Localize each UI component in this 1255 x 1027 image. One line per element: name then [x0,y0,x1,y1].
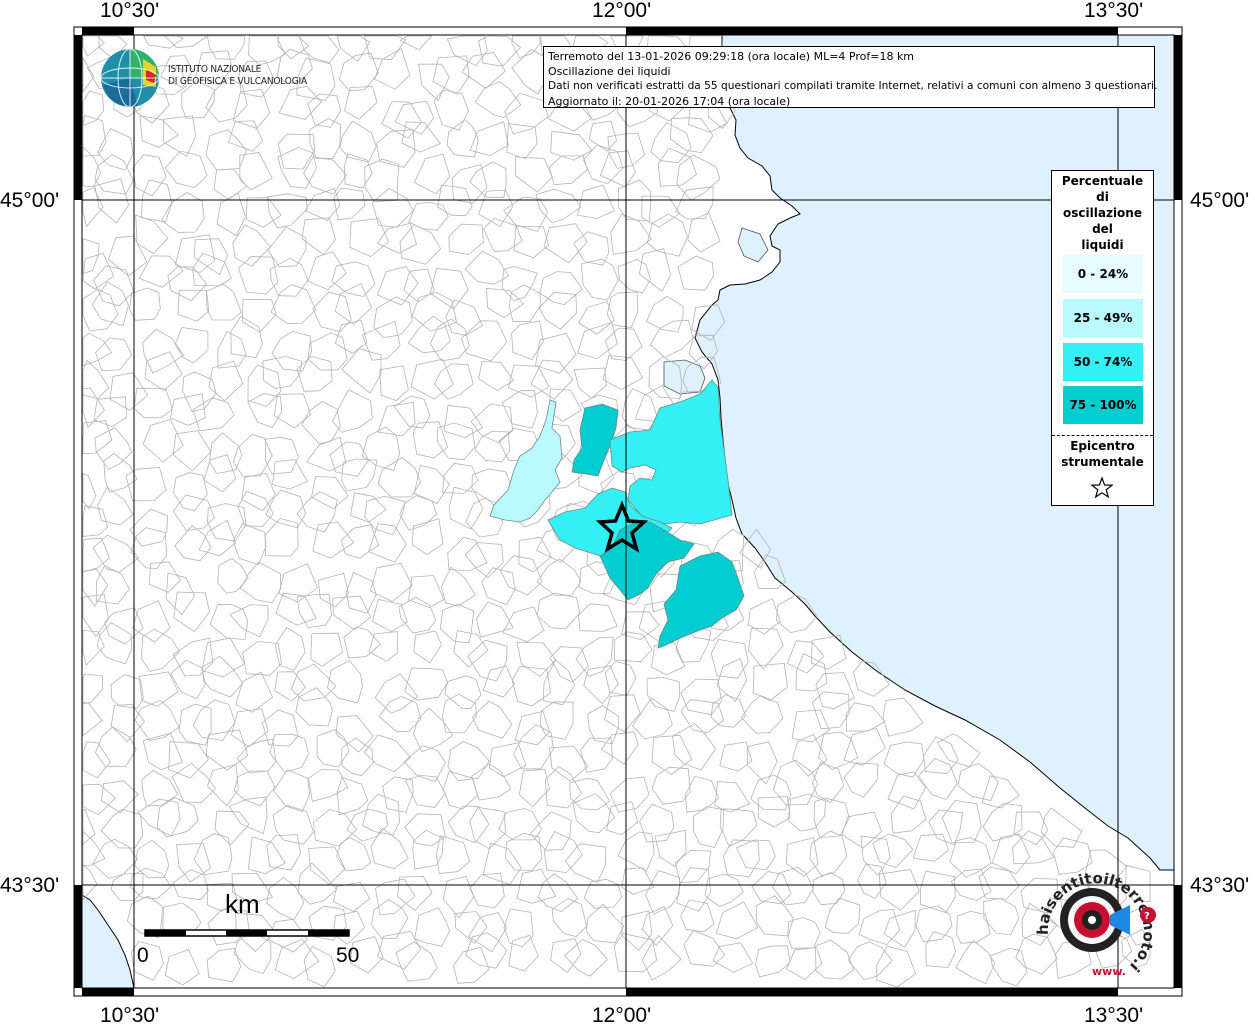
legend-class-0-24: 0 - 24% [1063,255,1143,293]
legend-epicenter-line: strumentale [1061,455,1144,469]
legend-epicenter-title: Epicentro strumentale [1052,438,1153,470]
legend-title-line: del [1092,222,1113,236]
lon-label-west: 10°30' [100,0,160,22]
lat-label-north-left: 45°00' [0,189,60,212]
ingv-logo-line1: ISTITUTO NAZIONALE [168,64,262,75]
target-megaphone-icon: haisentitoilterremoto.it www. ? [1030,865,1158,978]
legend-epicenter-line: Epicentro [1070,439,1135,453]
lon-label-east-bottom: 13°30' [1084,1004,1144,1027]
event-info-line4: Aggiornato il: 20-01-2026 17:04 (ora loc… [548,95,791,108]
legend-title-line: Percentuale [1061,174,1144,188]
event-info-line3: Dati non verificati estratti da 55 quest… [548,80,1158,92]
lon-label-east: 13°30' [1084,0,1144,22]
scale-bar-start: 0 [137,944,149,967]
legend: Percentuale di oscillazione del liquidi … [1051,170,1154,506]
lat-label-south-right: 43°30' [1190,874,1250,897]
svg-text:?: ? [1144,911,1150,922]
legend-class-50-74: 50 - 74% [1063,343,1143,381]
scale-bar [144,929,350,937]
star-icon [1090,476,1114,499]
lon-label-center-bottom: 12°00' [592,1004,652,1027]
brand-prefix: www. [1092,965,1126,978]
event-info-line1: Terremoto del 13-01-2026 09:29:18 (ora l… [548,50,915,63]
event-info-box: Terremoto del 13-01-2026 09:29:18 (ora l… [543,46,1158,108]
legend-class-75-100: 75 - 100% [1063,386,1143,424]
ingv-logo-text: ISTITUTO NAZIONALE DI GEOFISICA E VULCAN… [168,64,307,88]
scale-bar-end: 50 [336,944,360,967]
legend-separator [1052,435,1153,436]
legend-title: Percentuale di oscillazione del liquidi [1052,173,1153,253]
legend-title-line: di [1096,190,1109,204]
map-area [81,34,1175,989]
lon-label-center: 12°00' [592,0,652,22]
lat-label-north-right: 45°00' [1190,189,1250,212]
ingv-logo-line2: DI GEOFISICA E VULCANOLOGIA [168,76,307,87]
legend-title-line: oscillazione [1063,206,1142,220]
event-info-line2: Oscillazione dei liquidi [548,65,671,78]
legend-title-line: liquidi [1081,238,1124,252]
lat-label-south-left: 43°30' [0,874,60,897]
lon-label-west-bottom: 10°30' [100,1004,160,1027]
legend-class-25-49: 25 - 49% [1063,299,1143,337]
